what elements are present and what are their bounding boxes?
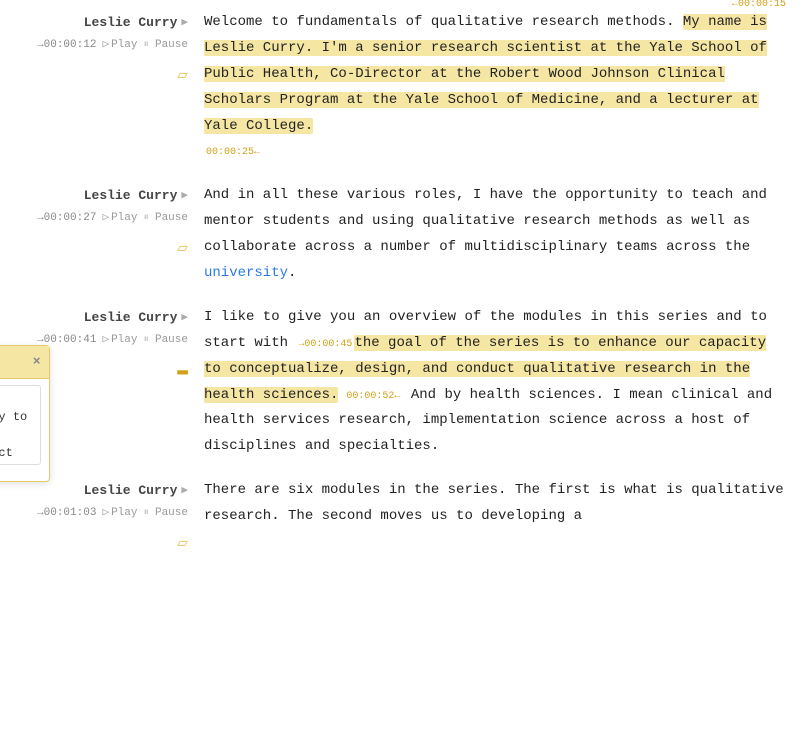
timestamp-start-2: →00:00:27: [37, 209, 96, 228]
speaker-name-4: Leslie Curry ▶: [84, 480, 188, 502]
segment-3: Leslie Curry ▶ →00:00:41 ▷ Play ⏸Pause ▬…: [20, 305, 786, 460]
add-note-textarea[interactable]: Goal of series: - Enhance capacity to co…: [0, 385, 41, 465]
transcript-text-1: Welcome to fundamentals of qualitative r…: [204, 10, 786, 165]
segment-1-left: Leslie Curry ▶ →00:00:12 ▷ Play ⏸Pause ▱: [20, 10, 200, 165]
segment-3-right: I like to give you an overview of the mo…: [200, 305, 786, 460]
add-note-header: ADD NOTE ×: [0, 346, 49, 379]
segment-3-controls: Leslie Curry ▶ →00:00:41 ▷ Play ⏸Pause ▬…: [37, 307, 188, 386]
highlight-3: the goal of the series is to enhance our…: [204, 335, 766, 403]
segment-4-right: There are six modules in the series. The…: [200, 478, 786, 559]
timestamp-start-4: →00:01:03: [37, 504, 96, 523]
pause-button-1[interactable]: Pause: [155, 36, 188, 55]
transcript-text-2: And in all these various roles, I have t…: [204, 183, 786, 287]
pause-button-4[interactable]: Pause: [155, 504, 188, 523]
university-link[interactable]: university: [204, 265, 288, 281]
pause-button-2[interactable]: Pause: [155, 209, 188, 228]
speaker-name-1: Leslie Curry ▶: [84, 12, 188, 34]
segment-4: Leslie Curry ▶ →00:01:03 ▷ Play ⏸Pause ▱…: [20, 478, 786, 559]
timestamp-inline-3b: 00:00:52←: [340, 391, 400, 402]
segment-1-right: ←00:00:15 Welcome to fundamentals of qua…: [200, 10, 786, 165]
transcript-text-3: I like to give you an overview of the mo…: [204, 305, 786, 460]
segment-2-left: Leslie Curry ▶ →00:00:27 ▷ Play ⏸Pause ▱: [20, 183, 200, 287]
timestamp-inline-3a: →00:00:45: [298, 339, 352, 350]
speaker-arrow-3: ▶: [181, 309, 188, 328]
speaker-name-3: Leslie Curry ▶: [84, 307, 188, 329]
highlight-1: My name is Leslie Curry. I'm a senior re…: [204, 14, 767, 134]
add-note-body: Goal of series: - Enhance capacity to co…: [0, 379, 49, 481]
comment-icon-2[interactable]: ▱: [177, 234, 188, 265]
segment-1-controls: Leslie Curry ▶ →00:00:12 ▷ Play ⏸Pause ▱: [37, 12, 188, 91]
play-button-3[interactable]: ▷ Play: [102, 331, 137, 350]
comment-icon-1[interactable]: ▱: [177, 61, 188, 92]
speaker-arrow-2: ▶: [181, 187, 188, 206]
segment-2-timestamps: →00:00:27 ▷ Play ⏸Pause: [37, 209, 188, 228]
play-button-2[interactable]: ▷ Play: [102, 209, 137, 228]
speaker-name-2: Leslie Curry ▶: [84, 185, 188, 207]
segment-3-timestamps: →00:00:41 ▷ Play ⏸Pause: [37, 331, 188, 350]
speaker-arrow-1: ▶: [181, 14, 188, 33]
segment-1-timestamps: →00:00:12 ▷ Play ⏸Pause: [37, 36, 188, 55]
play-button-4[interactable]: ▷ Play: [102, 504, 137, 523]
transcript-text-4: There are six modules in the series. The…: [204, 478, 786, 530]
timestamp-end-1: 00:00:25←: [206, 147, 260, 158]
segment-4-controls: Leslie Curry ▶ →00:01:03 ▷ Play ⏸Pause ▱: [37, 480, 188, 559]
segment-1: Leslie Curry ▶ →00:00:12 ▷ Play ⏸Pause ▱…: [20, 10, 786, 165]
segment-4-timestamps: →00:01:03 ▷ Play ⏸Pause: [37, 504, 188, 523]
segment-3-left: Leslie Curry ▶ →00:00:41 ▷ Play ⏸Pause ▬…: [20, 305, 200, 460]
pause-button-3[interactable]: Pause: [155, 331, 188, 350]
speaker-arrow-4: ▶: [181, 482, 188, 501]
comment-icon-3[interactable]: ▬: [177, 356, 188, 387]
segment-4-left: Leslie Curry ▶ →00:01:03 ▷ Play ⏸Pause ▱: [20, 478, 200, 559]
timestamp-start-1: →00:00:12: [37, 36, 96, 55]
transcript-container: Leslie Curry ▶ →00:00:12 ▷ Play ⏸Pause ▱…: [0, 0, 806, 588]
play-button-1[interactable]: ▷ Play: [102, 36, 137, 55]
segment-2-right: And in all these various roles, I have t…: [200, 183, 786, 287]
comment-icon-4[interactable]: ▱: [177, 529, 188, 560]
add-note-close-button[interactable]: ×: [33, 351, 41, 373]
segment-2: Leslie Curry ▶ →00:00:27 ▷ Play ⏸Pause ▱…: [20, 183, 786, 287]
add-note-popup: ADD NOTE × Goal of series: - Enhance cap…: [0, 345, 50, 482]
segment-2-controls: Leslie Curry ▶ →00:00:27 ▷ Play ⏸Pause ▱: [37, 185, 188, 264]
